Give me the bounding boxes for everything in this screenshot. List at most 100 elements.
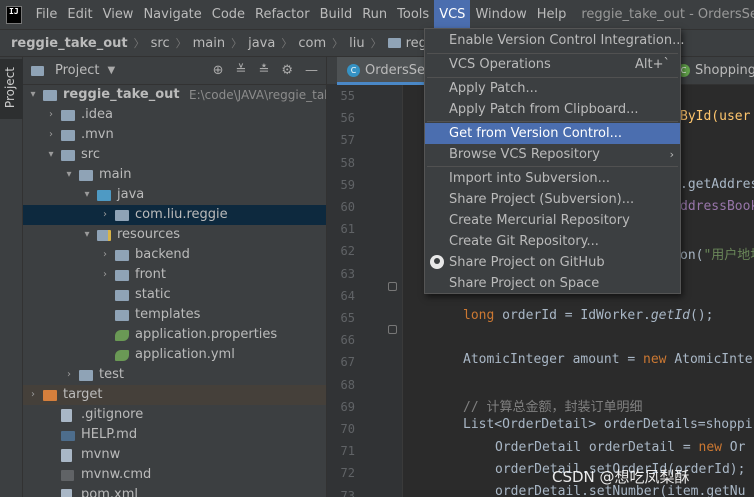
project-panel: Project ▼ ⊕ ≚ ≛ ⚙ — ▾ reggie_take_out E:\c… — [23, 57, 327, 497]
menu-bar: IJ File Edit View Navigate Code Refactor… — [0, 0, 754, 29]
menu-item-create-mercurial-repo[interactable]: Create Mercurial Repository — [425, 210, 680, 231]
menu-item-get-from-vcs[interactable]: Get from Version Control... — [425, 123, 680, 144]
chevron-right-icon: 〉 — [133, 37, 145, 50]
chevron-right-icon[interactable]: › — [45, 125, 57, 145]
gear-icon[interactable]: ⚙ — [281, 63, 293, 78]
code-line-71[interactable]: OrderDetail orderDetail = new Or — [495, 440, 745, 455]
chevron-right-icon[interactable]: › — [99, 205, 111, 225]
tree-item-label: test — [99, 367, 124, 382]
chevron-right-icon[interactable]: › — [27, 385, 39, 405]
intellij-logo-icon: IJ — [6, 5, 22, 24]
menu-run[interactable]: Run — [357, 0, 392, 29]
code-line-62[interactable]: on("用户地址 — [680, 244, 754, 263]
tree-item-reggie-take-out[interactable]: ▾ reggie_take_out E:\code\JAVA\reggie_take… — [23, 85, 326, 105]
menu-window[interactable]: Window — [470, 0, 531, 29]
folder-icon — [115, 270, 129, 281]
menu-item-apply-patch[interactable]: Apply Patch... — [425, 78, 680, 99]
tree-item-templates[interactable]: templates — [23, 305, 326, 325]
chevron-down-icon[interactable]: ▾ — [63, 165, 75, 185]
tree-item-com-liu-reggie[interactable]: › com.liu.reggie — [23, 205, 326, 225]
line-number: 62 — [340, 244, 355, 259]
menu-item-vcs-operations[interactable]: VCS Operations Alt+` — [425, 54, 680, 75]
tree-item-test[interactable]: › test — [23, 365, 326, 385]
chevron-right-icon[interactable]: › — [63, 365, 75, 385]
menu-edit[interactable]: Edit — [62, 0, 97, 29]
tab-label: OrdersSer — [365, 63, 431, 78]
code-line-65[interactable]: long orderId = IdWorker.getId(); — [463, 308, 713, 323]
chevron-right-icon[interactable]: › — [99, 265, 111, 285]
tree-item-src[interactable]: ▾ src — [23, 145, 326, 165]
locate-icon[interactable]: ⊕ — [213, 63, 224, 78]
tab-orders-service[interactable]: C OrdersSer — [337, 57, 431, 85]
tree-item-mvn[interactable]: › .mvn — [23, 125, 326, 145]
folder-icon — [115, 310, 129, 321]
tree-item-application-properties[interactable]: application.properties — [23, 325, 326, 345]
breadcrumb-item[interactable]: java — [248, 36, 275, 51]
project-tool-tab[interactable]: Project — [0, 59, 23, 119]
line-number: 69 — [340, 399, 355, 414]
tree-item-gitignore[interactable]: .gitignore — [23, 405, 326, 425]
tree-item-resources[interactable]: ▾ resources — [23, 225, 326, 245]
tree-item-target[interactable]: › target — [23, 385, 326, 405]
fold-marker-icon[interactable] — [388, 325, 397, 334]
breadcrumb-item[interactable]: main — [193, 36, 225, 51]
code-line-70[interactable]: List<OrderDetail> orderDetails=shoppi — [463, 417, 753, 432]
hide-icon[interactable]: — — [305, 63, 318, 78]
line-number: 58 — [340, 155, 355, 170]
code-line-67[interactable]: AtomicInteger amount = new AtomicInte — [463, 352, 753, 367]
breadcrumb-item[interactable]: src — [151, 36, 170, 51]
tree-item-application-yml[interactable]: application.yml — [23, 345, 326, 365]
menu-help[interactable]: Help — [532, 0, 572, 29]
breadcrumb-item[interactable]: reggie_take_out — [11, 36, 128, 51]
menu-file[interactable]: File — [31, 0, 63, 29]
menu-vcs[interactable]: VCS — [434, 0, 471, 29]
tree-item-mvnw-cmd[interactable]: mvnw.cmd — [23, 465, 326, 485]
chevron-down-icon[interactable]: ▾ — [81, 185, 93, 205]
chevron-right-icon[interactable]: › — [99, 245, 111, 265]
project-panel-title[interactable]: Project — [55, 63, 99, 78]
menu-item-import-subversion[interactable]: Import into Subversion... — [425, 168, 680, 189]
chevron-down-icon[interactable]: ▾ — [81, 225, 93, 245]
breadcrumb-item[interactable]: liu — [349, 36, 364, 51]
chevron-down-icon[interactable]: ▾ — [45, 145, 57, 165]
line-number: 66 — [340, 333, 355, 348]
chevron-down-icon[interactable]: ▼ — [107, 65, 115, 76]
menu-item-apply-patch-clipboard[interactable]: Apply Patch from Clipboard... — [425, 99, 680, 120]
tree-item-static[interactable]: static — [23, 285, 326, 305]
tree-item-java[interactable]: ▾ java — [23, 185, 326, 205]
code-line-56[interactable]: ById(user — [680, 109, 750, 124]
menu-item-share-on-space[interactable]: Share Project on Space — [425, 273, 680, 294]
menu-item-share-on-github[interactable]: Share Project on GitHub — [425, 252, 680, 273]
chevron-down-icon[interactable]: ▾ — [27, 85, 39, 105]
tree-item-front[interactable]: › front — [23, 265, 326, 285]
breadcrumb-item[interactable]: com — [298, 36, 326, 51]
line-number: 64 — [340, 288, 355, 303]
tree-item-mvnw[interactable]: mvnw — [23, 445, 326, 465]
left-tool-strip: Project — [0, 57, 23, 497]
project-icon — [31, 65, 44, 76]
fold-marker-icon[interactable] — [388, 282, 397, 291]
line-number: 65 — [340, 311, 355, 325]
tree-item-main[interactable]: ▾ main — [23, 165, 326, 185]
tree-item-help-md[interactable]: HELP.md — [23, 425, 326, 445]
menu-item-create-git-repo[interactable]: Create Git Repository... — [425, 231, 680, 252]
tree-item-pom-xml[interactable]: pom.xml — [23, 485, 326, 497]
menu-item-browse-vcs-repository[interactable]: Browse VCS Repository › — [425, 144, 680, 165]
code-line-69[interactable]: // 计算总金额，封装订单明细 — [463, 396, 642, 415]
menu-item-enable-vcs-integration[interactable]: Enable Version Control Integration... — [425, 30, 685, 51]
tree-item-idea[interactable]: › .idea — [23, 105, 326, 125]
menu-refactor[interactable]: Refactor — [250, 0, 315, 29]
tree-item-backend[interactable]: › backend — [23, 245, 326, 265]
collapse-all-icon[interactable]: ≛ — [258, 63, 269, 78]
menu-item-share-project-subversion[interactable]: Share Project (Subversion)... — [425, 189, 680, 210]
code-line-59[interactable]: .getAddres — [680, 177, 754, 192]
tree-item-label: reggie_take_out — [63, 87, 180, 102]
expand-all-icon[interactable]: ≚ — [236, 63, 247, 78]
code-line-60[interactable]: ddressBook — [680, 199, 754, 214]
chevron-right-icon[interactable]: › — [45, 105, 57, 125]
menu-navigate[interactable]: Navigate — [138, 0, 206, 29]
menu-tools[interactable]: Tools — [392, 0, 434, 29]
menu-view[interactable]: View — [98, 0, 139, 29]
menu-build[interactable]: Build — [315, 0, 358, 29]
menu-code[interactable]: Code — [207, 0, 250, 29]
